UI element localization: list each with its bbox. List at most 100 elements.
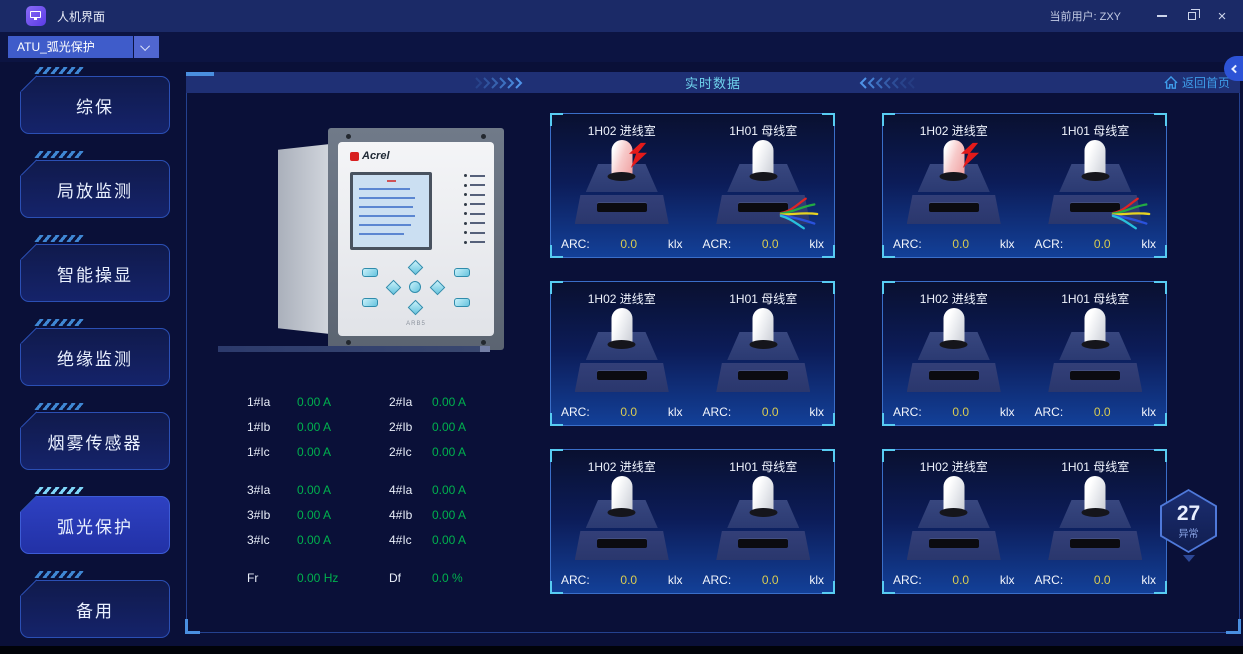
- measurement-label: 4#Ic: [389, 533, 412, 547]
- sensor-readout: ARC: 0.0 klx: [551, 237, 693, 251]
- sensor-value: 0.0: [1093, 405, 1111, 419]
- alarm-count: 27: [1176, 501, 1201, 525]
- sensor-readout: ACR: 0.0 klx: [1025, 237, 1167, 251]
- arc-sensor: 1H02 进线室 ARC: 0.0 klx: [883, 114, 1025, 257]
- arc-sensor: 1H01 母线室 ARC: 0.0 klx: [1025, 450, 1167, 593]
- sidebar-button-1[interactable]: 综保: [20, 76, 170, 134]
- measurement-label: 4#Ia: [389, 483, 413, 497]
- arc-sensor: 1H01 母线室 ACR: 0.0 klx: [693, 114, 835, 257]
- measurement-value: 0.0 %: [432, 571, 463, 585]
- sensor-value: 0.0: [761, 237, 779, 251]
- sensor-readout: ARC: 0.0 klx: [883, 573, 1025, 587]
- sensor-dome-icon: [1084, 476, 1106, 514]
- sensor-graphic: [551, 308, 693, 396]
- measurement-group: 1#Ia 0.00 A 2#Ia 0.00 A 1#Ib 0.00 A 2#Ib 0.00 A…: [241, 390, 522, 465]
- hmi-window: 人机界面 当前用户: ZXY × ATU_弧光保护 综保 局放监测 智能操显 绝缘监测…: [0, 0, 1243, 654]
- sensor-panel-2: 1H02 进线室 ARC: 0.0 klx 1H01 母线室 ACR: 0.0 klx: [882, 113, 1167, 258]
- stripes-icon: [34, 571, 86, 578]
- sensor-value-label: ARC:: [702, 405, 732, 419]
- device-selector-arrow[interactable]: [134, 36, 159, 58]
- measurement-label: 3#Ib: [247, 508, 271, 522]
- sensor-readout: ARC: 0.0 klx: [693, 405, 835, 419]
- minimize-icon: [1157, 15, 1167, 17]
- sensor-panel-5: 1H02 进线室 ARC: 0.0 klx 1H01 母线室 ARC: 0.0 klx: [550, 449, 835, 594]
- sensor-graphic: [883, 140, 1025, 228]
- alarm-count-badge[interactable]: 27 异常: [1160, 489, 1217, 562]
- page-title: 实时数据: [684, 76, 741, 91]
- sensor-dome-icon: [611, 476, 633, 514]
- measurement-label: 3#Ia: [247, 483, 271, 497]
- sidebar-button-4[interactable]: 绝缘监测: [20, 328, 170, 386]
- sidebar: 综保局放监测智能操显绝缘监测烟雾传感器弧光保护备用: [0, 62, 183, 646]
- measurement-value: 0.00 A: [432, 395, 467, 409]
- stripes-icon: [34, 319, 86, 326]
- sensor-graphic: [883, 476, 1025, 564]
- sensor-value-label: ARC:: [1034, 405, 1064, 419]
- sensor-value: 0.0: [761, 405, 779, 419]
- sensor-unit: klx: [999, 237, 1015, 251]
- measurement-value: 0.00 A: [297, 508, 332, 522]
- relay-keypad: [338, 259, 494, 318]
- sensor-value-label: ACR:: [702, 237, 732, 251]
- sidebar-button-6[interactable]: 弧光保护: [20, 496, 170, 554]
- measurement-label: 2#Ia: [389, 395, 413, 409]
- led-indicator: [464, 183, 485, 187]
- sensor-graphic: [1025, 308, 1167, 396]
- measurement-value: 0.00 Hz: [297, 571, 339, 585]
- device-selector-dropdown[interactable]: ATU_弧光保护: [8, 36, 159, 58]
- led-indicator: [464, 240, 485, 244]
- device-selector-value[interactable]: ATU_弧光保护: [8, 36, 133, 58]
- sensor-graphic: [551, 140, 693, 228]
- sidebar-button-label: 局放监测: [57, 181, 133, 201]
- sensor-unit: klx: [809, 237, 824, 251]
- led-indicator: [464, 231, 485, 234]
- minimize-button[interactable]: [1147, 0, 1177, 32]
- stripes-icon: [34, 235, 86, 242]
- sensor-readout: ARC: 0.0 klx: [1025, 573, 1167, 587]
- fiber-wires-icon: [1112, 197, 1151, 230]
- sensor-location-label: 1H01 母线室: [729, 292, 798, 306]
- sensor-value: 0.0: [952, 573, 970, 587]
- alarm-count-label: 异常: [1178, 528, 1199, 540]
- return-home-link[interactable]: 返回首页: [1164, 74, 1230, 91]
- maximize-button[interactable]: [1177, 0, 1207, 32]
- sensor-location-label: 1H02 进线室: [587, 124, 656, 138]
- sensor-panel-3: 1H02 进线室 ARC: 0.0 klx 1H01 母线室 ARC: 0.0 klx: [550, 281, 835, 426]
- sensor-value: 0.0: [620, 237, 638, 251]
- protection-relay-image: Acrel ARB5: [278, 128, 523, 358]
- arc-sensor: 1H02 进线室 ARC: 0.0 klx: [883, 282, 1025, 425]
- restore-icon: [1188, 9, 1200, 20]
- monitor-icon: [30, 11, 41, 20]
- sensor-readout: ARC: 0.0 klx: [1025, 405, 1167, 419]
- sensor-dome-icon: [1084, 308, 1106, 346]
- close-button[interactable]: ×: [1207, 0, 1237, 32]
- collapse-tab[interactable]: [1224, 56, 1243, 81]
- sidebar-button-3[interactable]: 智能操显: [20, 244, 170, 302]
- sidebar-item-6: 弧光保护: [20, 487, 170, 554]
- sensor-graphic: [693, 308, 835, 396]
- measurement-label: Df: [389, 571, 401, 585]
- toolbar: ATU_弧光保护: [0, 32, 1243, 62]
- measurement-value: 0.00 A: [432, 533, 467, 547]
- sensor-graphic: [693, 140, 835, 230]
- sensor-dome-icon: [943, 308, 965, 346]
- measurement-value: 0.00 A: [297, 420, 332, 434]
- sidebar-button-2[interactable]: 局放监测: [20, 160, 170, 218]
- sensor-location-label: 1H01 母线室: [1061, 460, 1130, 474]
- sidebar-button-5[interactable]: 烟雾传感器: [20, 412, 170, 470]
- measurement-group: 3#Ia 0.00 A 4#Ia 0.00 A 3#Ib 0.00 A 4#Ib 0.00 A…: [241, 478, 522, 553]
- sensor-dome-icon: [611, 308, 633, 346]
- sidebar-button-7[interactable]: 备用: [20, 580, 170, 638]
- sensor-value: 0.0: [620, 573, 638, 587]
- sidebar-button-label: 烟雾传感器: [47, 433, 143, 453]
- sensor-readout: ARC: 0.0 klx: [551, 405, 693, 419]
- sidebar-button-label: 智能操显: [57, 265, 133, 285]
- measurement-value: 0.00 A: [432, 420, 467, 434]
- sensor-unit: klx: [1141, 405, 1156, 419]
- sensor-unit: klx: [667, 573, 683, 587]
- sensor-graphic: [551, 476, 693, 564]
- sensor-dome-icon: [1084, 140, 1106, 178]
- stripes-icon: [34, 151, 86, 158]
- sensor-location-label: 1H02 进线室: [919, 124, 988, 138]
- sensor-dome-icon: [752, 476, 774, 514]
